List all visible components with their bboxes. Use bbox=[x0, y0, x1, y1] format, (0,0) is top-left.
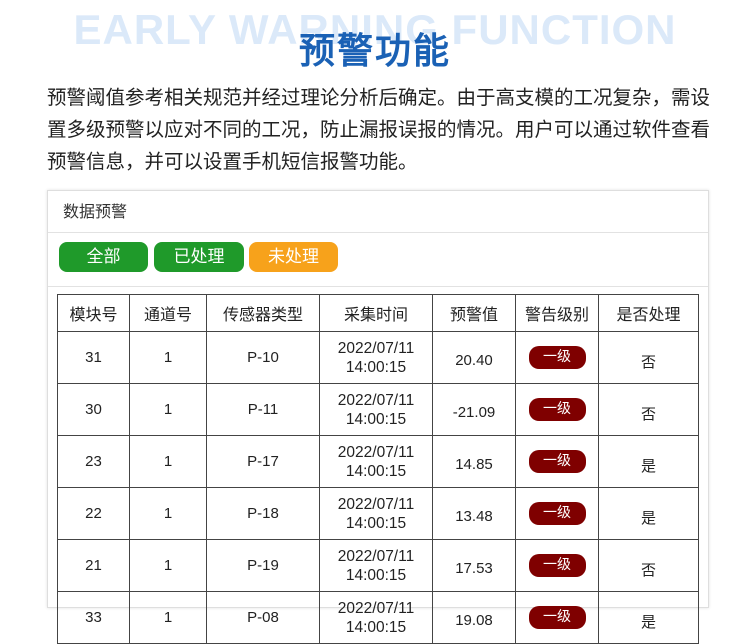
cell-value: -21.09 bbox=[432, 383, 516, 436]
cell-level: 一级 bbox=[515, 591, 599, 644]
col-channel: 通道号 bbox=[129, 294, 207, 332]
col-sensor-type: 传感器类型 bbox=[206, 294, 320, 332]
col-module: 模块号 bbox=[57, 294, 130, 332]
page-title: 预警功能 bbox=[298, 31, 451, 72]
cell-sensor: P-10 bbox=[206, 331, 320, 384]
level-badge: 一级 bbox=[528, 450, 586, 473]
cell-value: 13.48 bbox=[432, 487, 516, 540]
col-collect-time: 采集时间 bbox=[319, 294, 433, 332]
col-warning-value: 预警值 bbox=[432, 294, 516, 332]
level-badge: 一级 bbox=[528, 398, 586, 421]
cell-level: 一级 bbox=[515, 539, 599, 592]
cell-time: 2022/07/11 14:00:15 bbox=[319, 591, 433, 644]
level-badge: 一级 bbox=[528, 346, 586, 369]
warning-table: 模块号 通道号 传感器类型 采集时间 预警值 警告级别 是否处理 31 1 P-… bbox=[57, 294, 699, 644]
filter-handled-button[interactable]: 已处理 bbox=[154, 242, 244, 272]
table-row[interactable]: 30 1 P-11 2022/07/11 14:00:15 -21.09 一级 否 bbox=[57, 383, 699, 436]
cell-handled: 是 bbox=[598, 487, 699, 540]
cell-sensor: P-11 bbox=[206, 383, 320, 436]
level-badge: 一级 bbox=[528, 502, 586, 525]
cell-value: 17.53 bbox=[432, 539, 516, 592]
cell-time: 2022/07/11 14:00:15 bbox=[319, 383, 433, 436]
cell-level: 一级 bbox=[515, 487, 599, 540]
panel-title: 数据预警 bbox=[48, 191, 708, 233]
cell-channel: 1 bbox=[129, 435, 207, 488]
table-row[interactable]: 21 1 P-19 2022/07/11 14:00:15 17.53 一级 否 bbox=[57, 539, 699, 592]
cell-module: 22 bbox=[57, 487, 130, 540]
col-handled: 是否处理 bbox=[598, 294, 699, 332]
cell-level: 一级 bbox=[515, 383, 599, 436]
filter-all-button[interactable]: 全部 bbox=[59, 242, 148, 272]
filter-bar: 全部 已处理 未处理 bbox=[48, 233, 708, 287]
page-header: EARLY WARNING FUNCTION 预警功能 bbox=[0, 0, 750, 78]
cell-handled: 否 bbox=[598, 383, 699, 436]
cell-value: 20.40 bbox=[432, 331, 516, 384]
cell-handled: 否 bbox=[598, 331, 699, 384]
level-badge: 一级 bbox=[528, 554, 586, 577]
cell-module: 23 bbox=[57, 435, 130, 488]
table-row[interactable]: 33 1 P-08 2022/07/11 14:00:15 19.08 一级 是 bbox=[57, 591, 699, 644]
cell-handled: 否 bbox=[598, 539, 699, 592]
cell-module: 21 bbox=[57, 539, 130, 592]
cell-channel: 1 bbox=[129, 539, 207, 592]
cell-sensor: P-08 bbox=[206, 591, 320, 644]
filter-unhandled-button[interactable]: 未处理 bbox=[249, 242, 338, 272]
cell-handled: 是 bbox=[598, 591, 699, 644]
cell-module: 30 bbox=[57, 383, 130, 436]
cell-time: 2022/07/11 14:00:15 bbox=[319, 435, 433, 488]
cell-value: 14.85 bbox=[432, 435, 516, 488]
cell-channel: 1 bbox=[129, 487, 207, 540]
cell-channel: 1 bbox=[129, 383, 207, 436]
cell-sensor: P-19 bbox=[206, 539, 320, 592]
level-badge: 一级 bbox=[528, 606, 586, 629]
cell-level: 一级 bbox=[515, 331, 599, 384]
cell-time: 2022/07/11 14:00:15 bbox=[319, 539, 433, 592]
cell-sensor: P-17 bbox=[206, 435, 320, 488]
cell-module: 31 bbox=[57, 331, 130, 384]
cell-level: 一级 bbox=[515, 435, 599, 488]
cell-channel: 1 bbox=[129, 331, 207, 384]
col-warning-level: 警告级别 bbox=[515, 294, 599, 332]
table-row[interactable]: 31 1 P-10 2022/07/11 14:00:15 20.40 一级 否 bbox=[57, 331, 699, 384]
cell-module: 33 bbox=[57, 591, 130, 644]
cell-time: 2022/07/11 14:00:15 bbox=[319, 487, 433, 540]
table-row[interactable]: 23 1 P-17 2022/07/11 14:00:15 14.85 一级 是 bbox=[57, 435, 699, 488]
cell-time: 2022/07/11 14:00:15 bbox=[319, 331, 433, 384]
cell-sensor: P-18 bbox=[206, 487, 320, 540]
warning-panel: 数据预警 全部 已处理 未处理 模块号 通道号 传感器类型 采集时间 预警值 警… bbox=[47, 190, 709, 644]
feature-description: 预警阈值参考相关规范并经过理论分析后确定。由于高支模的工况复杂，需设置多级预警以… bbox=[47, 86, 711, 173]
table-row[interactable]: 22 1 P-18 2022/07/11 14:00:15 13.48 一级 是 bbox=[57, 487, 699, 540]
cell-channel: 1 bbox=[129, 591, 207, 644]
cell-handled: 是 bbox=[598, 435, 699, 488]
cell-value: 19.08 bbox=[432, 591, 516, 644]
table-header-row: 模块号 通道号 传感器类型 采集时间 预警值 警告级别 是否处理 bbox=[57, 294, 699, 332]
